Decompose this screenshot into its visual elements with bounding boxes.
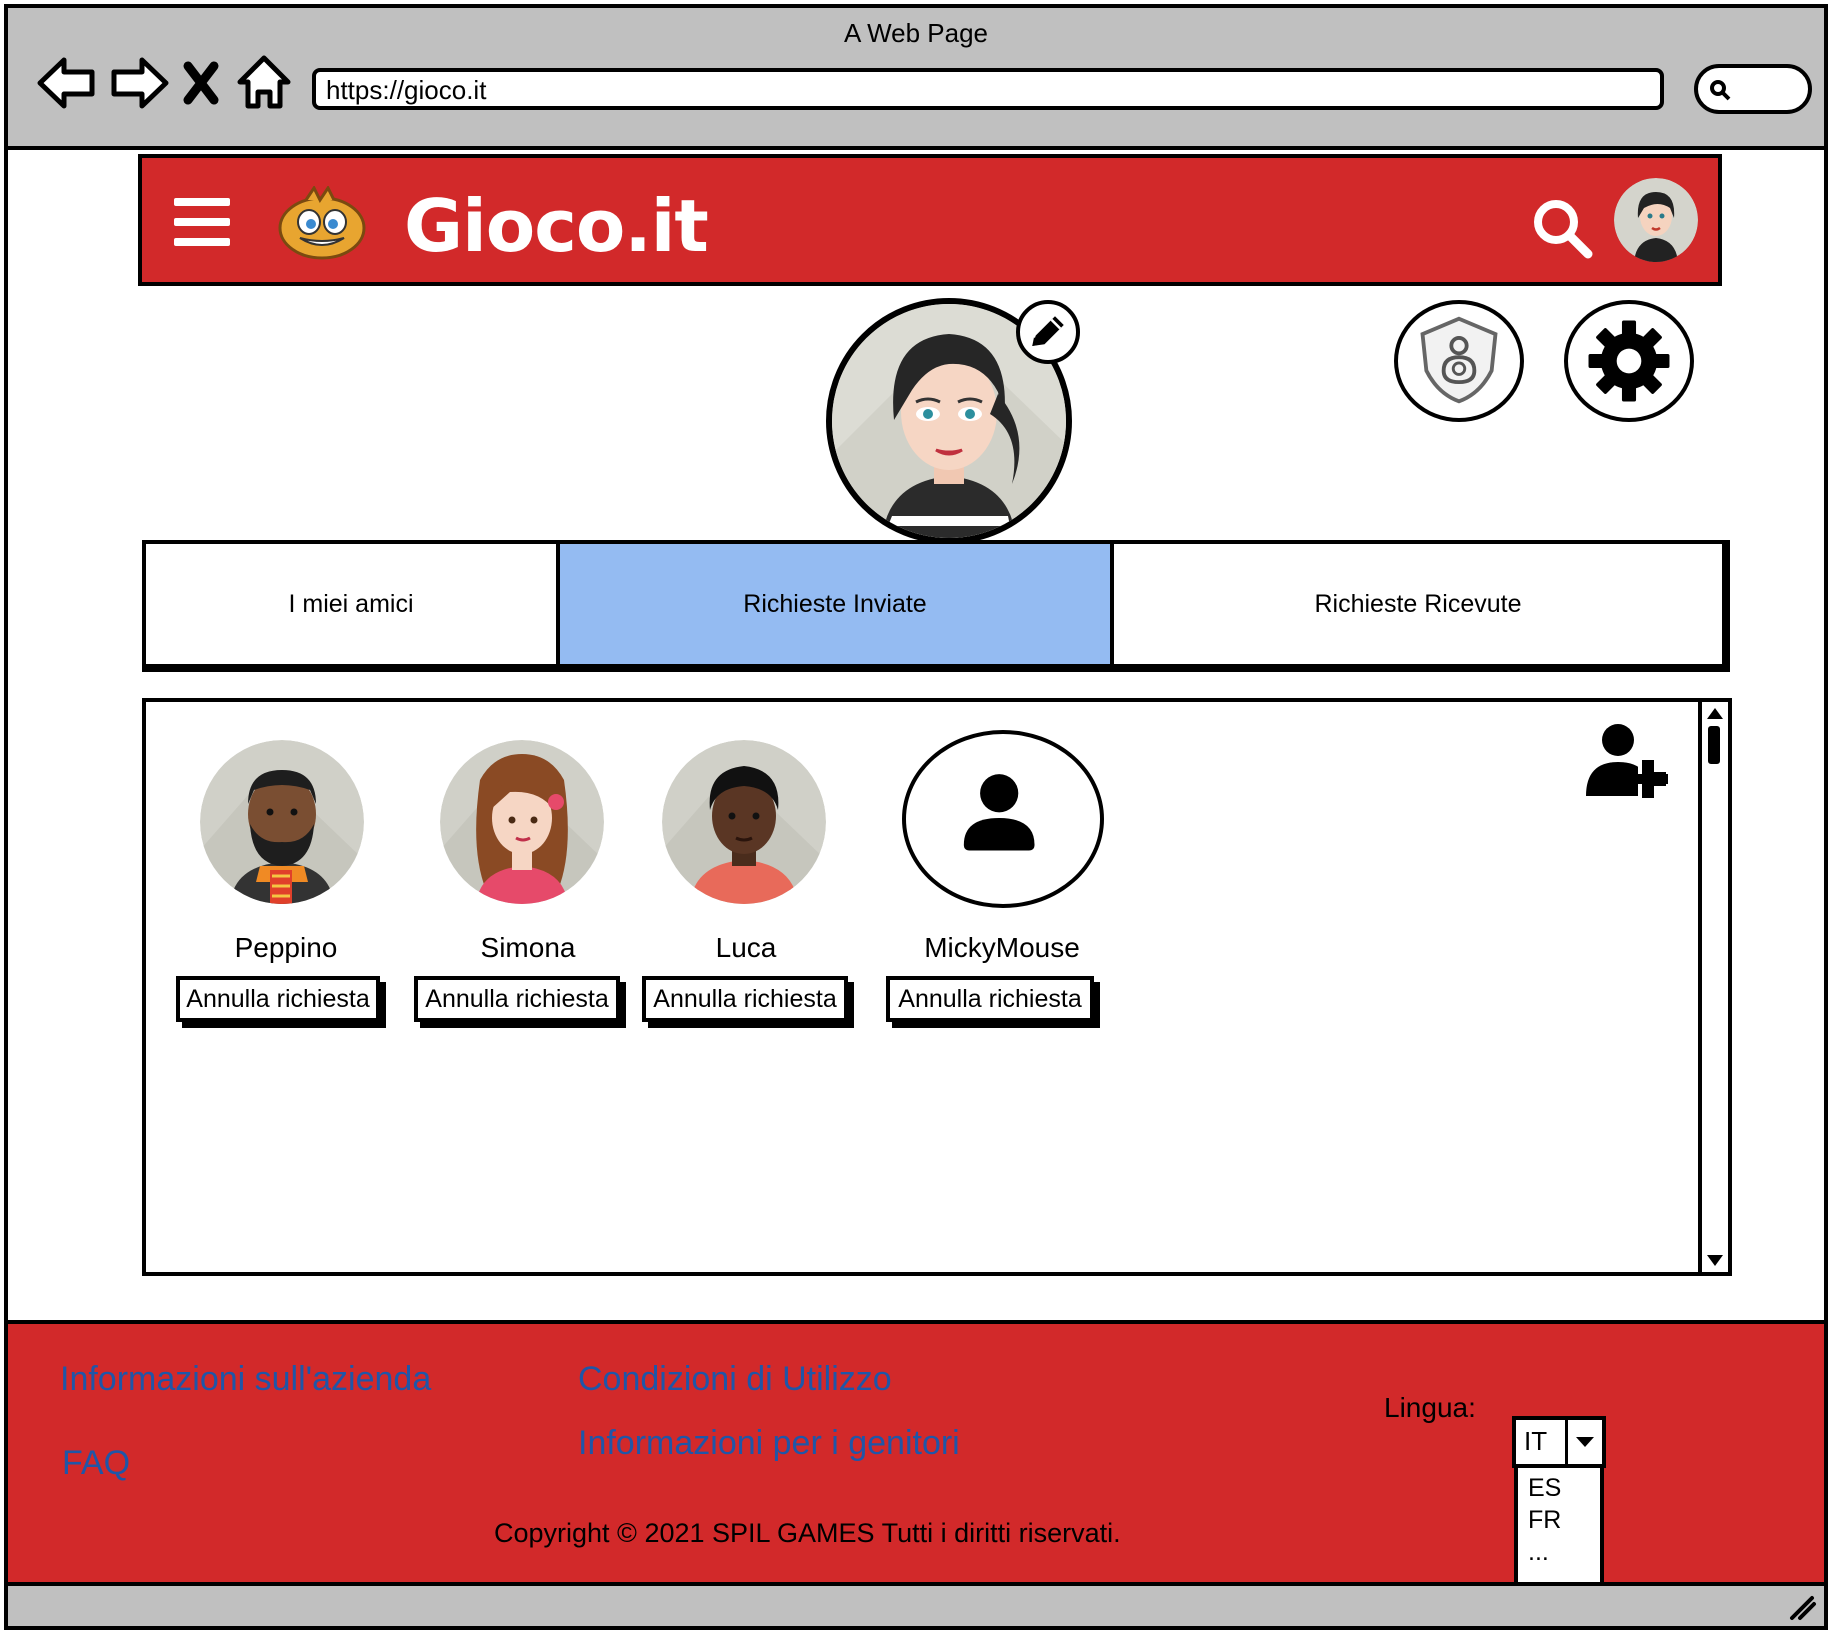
- friend-avatar-mickymouse: [902, 730, 1104, 908]
- add-user-icon[interactable]: [1584, 722, 1684, 798]
- cancel-request-button[interactable]: Annulla richiesta: [642, 976, 848, 1022]
- tab-my-friends[interactable]: I miei amici: [146, 544, 560, 664]
- scroll-thumb[interactable]: [1708, 726, 1720, 764]
- url-input[interactable]: https://gioco.it: [312, 68, 1664, 110]
- parental-control-button[interactable]: [1394, 300, 1524, 422]
- friends-tabs: I miei amici Richieste Inviate Richieste…: [142, 540, 1730, 672]
- edit-profile-button[interactable]: [1016, 300, 1080, 364]
- scroll-up-icon[interactable]: [1704, 704, 1726, 722]
- site-footer: Informazioni sull'azienda Condizioni di …: [8, 1320, 1824, 1594]
- close-icon[interactable]: [178, 50, 224, 116]
- browser-search-field[interactable]: [1694, 64, 1812, 114]
- parents-info-link[interactable]: Informazioni per i genitori: [578, 1424, 960, 1463]
- language-select[interactable]: IT: [1512, 1416, 1606, 1468]
- friend-name: MickyMouse: [924, 932, 1080, 963]
- gear-icon: [1588, 320, 1670, 402]
- site-header: Gioco.it: [138, 154, 1722, 286]
- tab-sent-requests[interactable]: Richieste Inviate: [560, 544, 1114, 664]
- browser-window: A Web Page https://gioco.it Gioco.it I m…: [4, 4, 1828, 1630]
- chevron-down-icon: [1576, 1437, 1594, 1447]
- company-info-link[interactable]: Informazioni sull'azienda: [60, 1360, 431, 1399]
- menu-icon[interactable]: [174, 198, 230, 246]
- brand-logo-text[interactable]: Gioco.it: [404, 184, 709, 268]
- user-icon: [963, 774, 1035, 851]
- language-option[interactable]: ...: [1528, 1536, 1590, 1568]
- friend-avatar-peppino: [200, 740, 364, 904]
- language-dropdown-list: ES FR ...: [1514, 1468, 1604, 1586]
- friend-name: Simona: [480, 932, 576, 963]
- user-avatar[interactable]: [1614, 178, 1698, 262]
- copyright-text: Copyright © 2021 SPIL GAMES Tutti i diri…: [494, 1518, 1121, 1548]
- friend-avatar-luca: [662, 740, 826, 904]
- parental-shield-icon: [1420, 316, 1498, 404]
- friend-avatar-simona: [440, 740, 604, 904]
- browser-toolbar: A Web Page https://gioco.it: [8, 8, 1824, 150]
- cancel-request-button[interactable]: Annulla richiesta: [176, 976, 380, 1022]
- friend-name: Luca: [715, 932, 777, 963]
- language-label: Lingua:: [1384, 1392, 1476, 1423]
- resize-grip-icon[interactable]: [1786, 1590, 1818, 1622]
- panel-scrollbar[interactable]: [1698, 702, 1728, 1272]
- search-icon: [1710, 80, 1731, 101]
- window-title: A Web Page: [843, 18, 989, 48]
- forward-arrow-icon[interactable]: [106, 50, 172, 116]
- sent-requests-panel: Peppino Annulla richiesta Simona Annulla…: [142, 698, 1732, 1276]
- faq-link[interactable]: FAQ: [62, 1444, 130, 1483]
- settings-button[interactable]: [1564, 300, 1694, 422]
- language-option[interactable]: FR: [1528, 1504, 1590, 1536]
- search-icon[interactable]: [1530, 196, 1594, 260]
- pencil-icon: [1032, 316, 1064, 346]
- scroll-down-icon[interactable]: [1704, 1252, 1726, 1270]
- friend-name: Peppino: [234, 932, 338, 963]
- language-selected-value: IT: [1516, 1420, 1568, 1464]
- cancel-request-button[interactable]: Annulla richiesta: [886, 976, 1094, 1022]
- home-icon[interactable]: [236, 50, 292, 116]
- mascot-logo-icon[interactable]: [276, 186, 368, 260]
- browser-statusbar: [8, 1582, 1824, 1626]
- language-option[interactable]: ES: [1528, 1472, 1590, 1504]
- terms-link[interactable]: Condizioni di Utilizzo: [578, 1360, 892, 1399]
- tab-received-requests[interactable]: Richieste Ricevute: [1114, 544, 1722, 664]
- cancel-request-button[interactable]: Annulla richiesta: [414, 976, 620, 1022]
- back-arrow-icon[interactable]: [34, 50, 100, 116]
